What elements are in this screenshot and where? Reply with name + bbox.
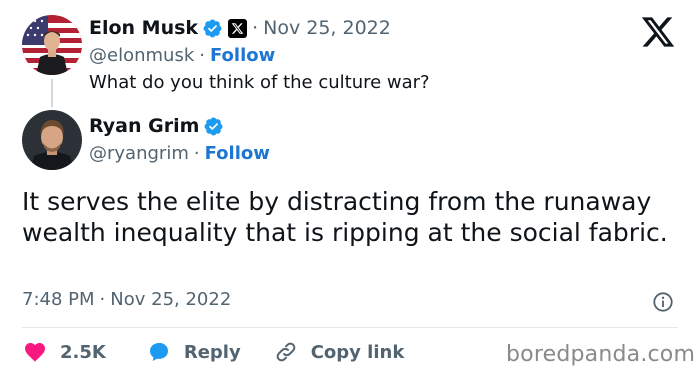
reply-button[interactable]: Reply	[146, 340, 241, 364]
reply-handle-row: @ryangrim · Follow	[89, 143, 270, 164]
reply-follow-button[interactable]: Follow	[205, 143, 270, 164]
thread-connector-line	[51, 79, 53, 107]
quoted-author-name[interactable]: Elon Musk	[89, 17, 198, 39]
copy-link-label: Copy link	[310, 341, 405, 363]
reply-author-row: Ryan Grim	[89, 115, 224, 137]
quoted-tweet-text: What do you think of the culture war?	[89, 72, 430, 93]
x-logo-icon[interactable]	[640, 14, 676, 50]
tweet-date: Nov 25, 2022	[110, 289, 232, 310]
link-icon	[276, 342, 296, 362]
reply-label: Reply	[183, 341, 241, 363]
quoted-author-row: Elon Musk · Nov 25, 2022	[89, 17, 391, 39]
reply-handle[interactable]: @ryangrim	[89, 143, 189, 164]
tweet-actions: 2.5K Reply Copy link	[22, 340, 404, 364]
tweet-timestamp[interactable]: 7:48 PM · Nov 25, 2022	[22, 289, 231, 310]
like-button[interactable]: 2.5K	[22, 340, 106, 364]
verified-badge-icon	[202, 18, 223, 39]
quoted-follow-button[interactable]: Follow	[210, 45, 275, 66]
tweet-time: 7:48 PM	[22, 289, 95, 310]
quoted-date[interactable]: Nov 25, 2022	[263, 17, 391, 39]
quoted-handle[interactable]: @elonmusk	[89, 45, 194, 66]
heart-icon	[25, 343, 45, 362]
like-count: 2.5K	[60, 341, 106, 363]
info-icon[interactable]	[652, 291, 674, 313]
divider	[22, 327, 678, 328]
reply-tweet-text: It serves the elite by distracting from …	[22, 187, 668, 247]
avatar-elon-musk-image	[22, 15, 82, 75]
quoted-handle-row: @elonmusk · Follow	[89, 45, 275, 66]
avatar-ryan-grim[interactable]	[22, 110, 82, 170]
timestamp-separator: ·	[99, 289, 106, 310]
avatar-elon-musk[interactable]	[22, 15, 82, 75]
x-affiliate-badge-icon	[228, 18, 248, 38]
reply-bubble-icon	[149, 342, 168, 361]
copy-link-button[interactable]: Copy link	[273, 340, 405, 364]
verified-badge-icon	[203, 116, 224, 137]
quoted-follow-separator: ·	[199, 45, 205, 66]
reply-follow-separator: ·	[193, 143, 200, 164]
quoted-date-separator: ·	[252, 17, 259, 39]
avatar-ryan-grim-image	[22, 110, 82, 170]
watermark: boredpanda.com	[506, 342, 696, 367]
reply-author-name[interactable]: Ryan Grim	[89, 115, 199, 137]
